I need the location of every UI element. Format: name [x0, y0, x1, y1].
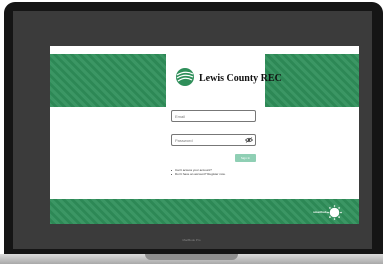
badge-text: smarthub — [313, 210, 327, 214]
eye-icon[interactable] — [245, 137, 253, 143]
smarthub-badge: smarthub — [313, 199, 351, 224]
laptop-screen: Lewis County REC Sign In Can't access yo… — [13, 11, 372, 249]
logo-card: Lewis County REC — [166, 54, 282, 107]
password-field[interactable] — [171, 134, 256, 146]
brand-name: Lewis County REC — [199, 73, 282, 84]
sign-in-button[interactable]: Sign In — [235, 154, 256, 162]
help-links: Can't access your account? Don't have an… — [171, 168, 225, 176]
laptop-notch — [145, 254, 238, 260]
email-field[interactable] — [171, 110, 256, 122]
globe-swoosh-logo-icon — [176, 68, 194, 86]
login-page: Lewis County REC Sign In Can't access yo… — [50, 46, 359, 224]
device-caption: MacBook Pro — [182, 238, 201, 242]
register-now-link[interactable]: Don't have an account? Register now. — [171, 172, 225, 176]
sun-circle-icon — [327, 205, 342, 220]
